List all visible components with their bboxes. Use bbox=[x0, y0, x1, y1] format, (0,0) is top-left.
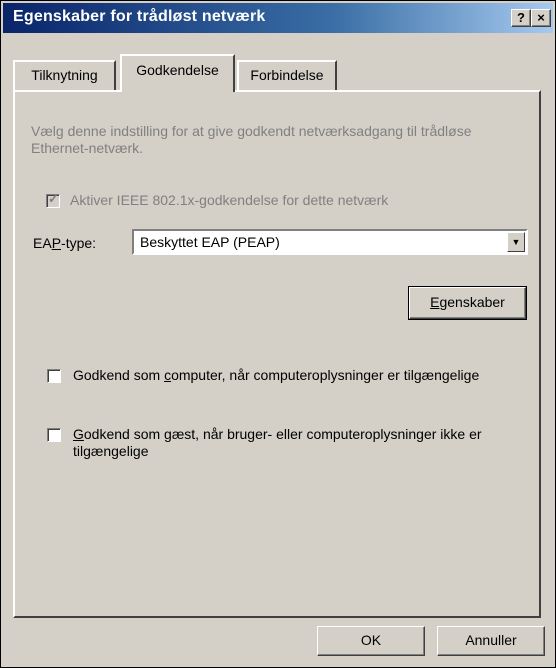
close-button[interactable]: × bbox=[531, 9, 551, 27]
tab-tilknytning[interactable]: Tilknytning bbox=[13, 60, 116, 91]
auth-guest-checkbox[interactable] bbox=[47, 428, 61, 442]
eap-type-value: Beskyttet EAP (PEAP) bbox=[140, 234, 280, 250]
tab-forbindelse[interactable]: Forbindelse bbox=[237, 60, 337, 91]
window-title: Egenskaber for trådløst netværk bbox=[13, 8, 266, 25]
auth-computer-label: Godkend som computer, når computeroplysn… bbox=[73, 367, 480, 383]
title-bar[interactable]: Egenskaber for trådløst netværk ? × bbox=[3, 3, 553, 33]
tab-panel bbox=[13, 90, 541, 618]
ok-button[interactable]: OK bbox=[317, 626, 425, 656]
auth-computer-checkbox[interactable] bbox=[47, 369, 61, 383]
dropdown-arrow-icon[interactable]: ▼ bbox=[507, 232, 525, 252]
properties-dialog: Egenskaber for trådløst netværk ? × Tilk… bbox=[0, 0, 556, 668]
help-button[interactable]: ? bbox=[511, 9, 531, 27]
properties-button[interactable]: Egenskaber bbox=[408, 286, 527, 320]
enable-8021x-label: Aktiver IEEE 802.1x-godkendelse for dett… bbox=[70, 192, 389, 208]
enable-8021x-checkbox[interactable]: ✓ bbox=[46, 191, 60, 208]
cancel-button[interactable]: Annuller bbox=[437, 626, 545, 656]
checkmark-icon: ✓ bbox=[48, 191, 59, 206]
eap-type-select[interactable]: Beskyttet EAP (PEAP) ▼ bbox=[132, 229, 528, 255]
description-text: Vælg denne indstilling for at give godke… bbox=[31, 123, 472, 156]
eap-type-label: EAP-type: bbox=[33, 235, 97, 251]
tab-godkendelse[interactable]: Godkendelse bbox=[120, 54, 235, 92]
auth-guest-label: Godkend som gæst, når bruger- eller comp… bbox=[73, 426, 482, 459]
